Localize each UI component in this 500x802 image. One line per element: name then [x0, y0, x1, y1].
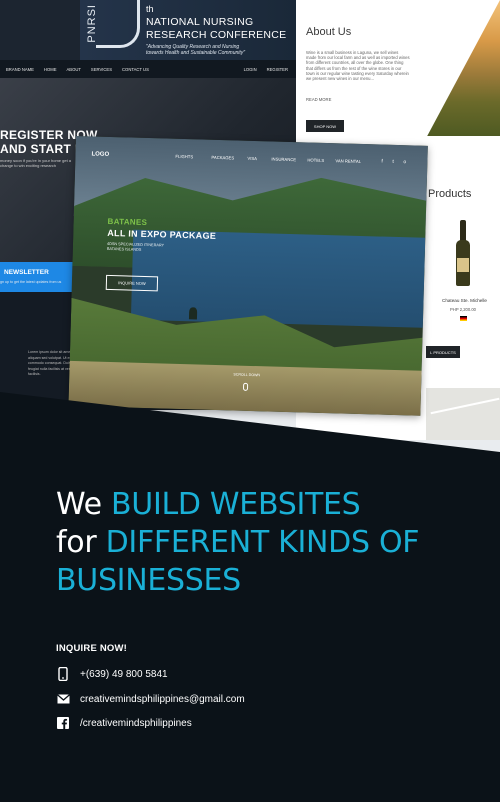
conference-title-line1: NATIONAL NURSING: [146, 16, 254, 28]
bottle-neck: [460, 220, 466, 242]
wine-product-name: Chateau Ste. Michelle: [442, 298, 487, 303]
conference-logo: [96, 0, 140, 48]
wine-about-title: About Us: [306, 26, 352, 38]
travel-scroll-label: SCROLL DOWN: [233, 372, 261, 378]
conference-nav-brand: BRAND NAME: [6, 66, 34, 72]
main-headline: We BUILD WEBSITES for DIFFERENT KINDS OF…: [56, 486, 476, 600]
twitter-small-icon: t: [392, 158, 394, 165]
conference-nav-contact: CONTACT US: [122, 66, 149, 72]
wine-map: [426, 388, 500, 440]
travel-inquire-button: INQUIRE NOW: [105, 274, 159, 292]
phone-number[interactable]: +(639) 49 800 5841: [80, 669, 168, 680]
wine-product-price: PHP 2,200.00: [450, 307, 476, 312]
phone-row[interactable]: +(639) 49 800 5841: [56, 667, 168, 681]
newsletter-subtitle: gn up to get the latest updates from us: [0, 280, 62, 284]
wine-about-text: Wine is a small business in Laguna, we s…: [306, 50, 410, 82]
travel-sea: [130, 229, 426, 328]
newsletter-title: NEWSLETTER: [4, 269, 49, 276]
mail-icon: [56, 692, 70, 706]
wine-all-products-button: L PRODUCTS: [426, 346, 460, 358]
wine-read-more: READ MORE: [306, 97, 332, 102]
conference-ordinal: th: [146, 4, 154, 14]
conference-nav-register: REGISTER: [266, 66, 288, 72]
travel-menu-packages: PACKAGES: [211, 154, 235, 161]
travel-menu-insurance: INSURANCE: [271, 156, 297, 163]
travel-site-mockup: LOGO FLIGHTS PACKAGES VISA INSURANCE HOT…: [68, 136, 428, 416]
facebook-small-icon: f: [381, 158, 383, 165]
wine-products-title: Products: [428, 188, 472, 200]
conference-nav-login: LOGIN: [243, 66, 257, 72]
travel-menu-hotels: HOTELS: [307, 157, 325, 163]
travel-menu-visa: VISA: [247, 155, 258, 162]
facebook-row[interactable]: /creativemindsphilippines: [56, 716, 192, 730]
headline-build-websites: BUILD WEBSITES: [111, 487, 361, 522]
facebook-handle[interactable]: /creativemindsphilippines: [80, 718, 192, 729]
website-collage: PNRSI th NATIONAL NURSING RESEARCH CONFE…: [0, 0, 500, 470]
newsletter-box: [0, 262, 74, 292]
travel-sea-rock: [188, 307, 198, 320]
conference-title: NATIONAL NURSING RESEARCH CONFERENCE: [146, 16, 286, 42]
mouse-scroll-icon: [242, 382, 249, 391]
bottle-label: [457, 258, 469, 272]
facebook-icon: [56, 716, 70, 730]
instagram-small-icon: o: [403, 159, 407, 166]
travel-menu-flights: FLIGHTS: [175, 153, 194, 160]
headline-different-kinds: DIFFERENT KINDS OF BUSINESSES: [56, 525, 420, 598]
conference-nav: BRAND NAME HOME ABOUT SERVICES CONTACT U…: [0, 60, 300, 78]
conference-nav-services: SERVICES: [90, 66, 113, 72]
travel-menu-van-rental: VAN RENTAL: [335, 158, 362, 164]
conference-title-line2: RESEARCH CONFERENCE: [146, 29, 287, 41]
email-address[interactable]: creativemindsphilippines@gmail.com: [80, 694, 245, 705]
travel-destination: BATANES: [107, 216, 148, 228]
vineyard-image: [427, 0, 500, 136]
conference-nav-about: ABOUT: [66, 66, 81, 72]
headline-we: We: [56, 487, 111, 522]
travel-logo: LOGO: [91, 151, 110, 158]
wine-shop-now-button: SHOP NOW: [306, 120, 344, 132]
conference-nav-home: HOME: [43, 66, 57, 72]
conference-subtitle: "Advancing Quality Research and Nursing …: [146, 44, 246, 56]
travel-description: 4DSN SPECIALIZED ITINERARY BATANES ISLAN…: [106, 241, 165, 252]
germany-flag-icon: [460, 316, 467, 321]
email-row[interactable]: creativemindsphilippines@gmail.com: [56, 692, 245, 706]
phone-icon: [56, 667, 70, 681]
headline-for: for: [56, 525, 106, 560]
wine-bottle-image: [456, 220, 470, 286]
inquire-heading: INQUIRE NOW!: [56, 643, 128, 654]
conference-hero-text: money soon if you're in your home get a …: [0, 158, 72, 168]
